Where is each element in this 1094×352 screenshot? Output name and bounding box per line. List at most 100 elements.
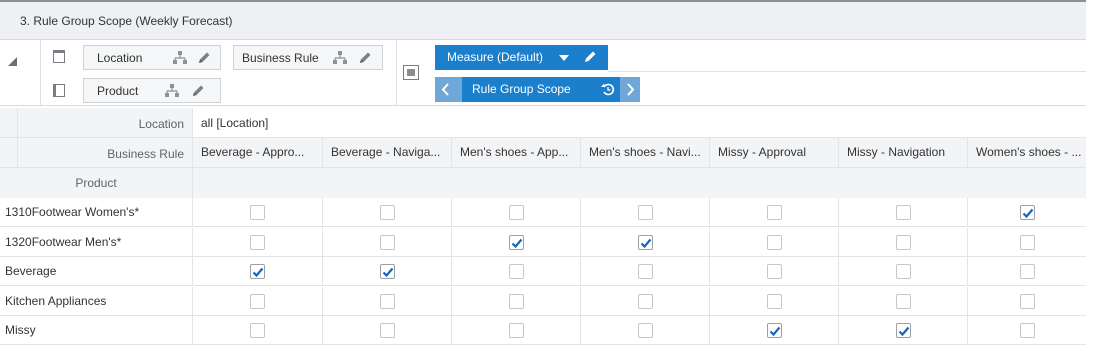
column-header[interactable]: Missy - Approval	[709, 138, 838, 167]
reset-icon[interactable]	[600, 81, 616, 100]
checkbox[interactable]	[895, 264, 911, 279]
row-axis-icon[interactable]	[53, 84, 65, 97]
column-axis-icon[interactable]	[53, 50, 65, 63]
grid-cell	[967, 227, 1086, 257]
grid-cell	[709, 257, 838, 286]
checkbox[interactable]	[508, 205, 524, 220]
checkmark-icon	[511, 238, 522, 248]
grid-cell	[451, 227, 580, 257]
measure-dropdown[interactable]: Measure (Default)	[435, 45, 608, 70]
page-dim-label: Location	[138, 117, 184, 131]
pivot-controls: Location Business Rule Product Measure (…	[0, 40, 1086, 106]
checkbox[interactable]	[1019, 293, 1035, 309]
row-dimension-header: Product	[0, 168, 1086, 198]
table-row: 1320Footwear Men's*	[0, 227, 1086, 257]
row-header[interactable]: 1310Footwear Women's*	[5, 205, 139, 219]
hierarchy-tree-icon[interactable]	[172, 50, 188, 68]
grid-cell	[838, 286, 967, 316]
checkmark-icon	[769, 326, 780, 337]
chevron-down-icon[interactable]	[559, 55, 569, 61]
checkbox[interactable]	[379, 205, 395, 220]
row-header[interactable]: Kitchen Appliances	[5, 294, 106, 308]
hierarchy-tree-icon[interactable]	[332, 50, 348, 68]
checkbox[interactable]	[637, 264, 653, 279]
table-row: 1310Footwear Women's*	[0, 198, 1086, 227]
chevron-left-icon[interactable]	[435, 77, 457, 102]
dim-chip-location[interactable]: Location	[83, 45, 221, 70]
checkbox[interactable]	[250, 293, 265, 309]
dim-chip-product[interactable]: Product	[83, 78, 221, 103]
checkbox[interactable]	[1019, 234, 1035, 250]
checkbox[interactable]	[895, 293, 911, 309]
grid-cell	[322, 257, 451, 286]
pencil-icon[interactable]	[582, 49, 598, 68]
checkbox[interactable]	[508, 264, 524, 279]
hierarchy-tree-icon[interactable]	[164, 83, 180, 101]
checkbox[interactable]	[379, 293, 395, 309]
column-header[interactable]: Men's shoes - Navi...	[580, 138, 709, 167]
checkbox-checked[interactable]	[637, 234, 653, 250]
checkbox[interactable]	[379, 234, 395, 250]
grid-cell	[451, 286, 580, 316]
grid-cell	[838, 227, 967, 257]
measure-nav-current[interactable]: Rule Group Scope	[462, 77, 620, 102]
checkbox[interactable]	[379, 323, 395, 338]
checkbox[interactable]	[766, 205, 782, 220]
row-header[interactable]: 1320Footwear Men's*	[5, 235, 121, 249]
grid-cell	[709, 198, 838, 227]
measure-nav-label: Rule Group Scope	[472, 82, 571, 96]
page-dim-value[interactable]: all [Location]	[192, 108, 1086, 137]
grid-cell	[967, 316, 1086, 345]
checkbox[interactable]	[250, 205, 265, 220]
table-row: Kitchen Appliances	[0, 286, 1086, 316]
pencil-icon[interactable]	[190, 83, 206, 102]
checkbox[interactable]	[766, 234, 782, 250]
column-header[interactable]: Beverage - Naviga...	[322, 138, 451, 167]
grid-cell	[580, 316, 709, 345]
checkbox-checked[interactable]	[250, 264, 265, 279]
checkbox-checked[interactable]	[379, 264, 395, 279]
checkbox[interactable]	[508, 293, 524, 309]
checkbox[interactable]	[637, 205, 653, 220]
grid-cell	[192, 316, 322, 345]
column-header[interactable]: Missy - Navigation	[838, 138, 967, 167]
checkbox[interactable]	[766, 264, 782, 279]
dim-chip-business-rule[interactable]: Business Rule	[233, 45, 383, 70]
column-header[interactable]: Men's shoes - App...	[451, 138, 580, 167]
divider	[396, 40, 397, 106]
checkbox[interactable]	[508, 323, 524, 338]
checkbox[interactable]	[637, 323, 653, 338]
grid-cell	[709, 227, 838, 257]
checkbox[interactable]	[895, 205, 911, 220]
grid-cell	[192, 257, 322, 286]
row-dim-header-cell: Product	[0, 168, 192, 198]
pencil-icon[interactable]	[357, 50, 373, 69]
checkbox[interactable]	[895, 234, 911, 250]
column-header[interactable]: Beverage - Appro...	[192, 138, 322, 167]
pencil-icon[interactable]	[196, 50, 212, 69]
checkbox-checked[interactable]	[766, 323, 782, 338]
header-filler	[192, 168, 1086, 198]
checkbox[interactable]	[637, 293, 653, 309]
checkbox[interactable]	[250, 234, 265, 250]
checkbox-checked[interactable]	[1019, 205, 1035, 220]
table-row: Beverage	[0, 257, 1086, 286]
collapse-triangle-icon[interactable]	[8, 57, 17, 66]
grid-cell	[838, 198, 967, 227]
grid-cell	[192, 227, 322, 257]
view-title-bar: 3. Rule Group Scope (Weekly Forecast)	[0, 0, 1086, 40]
measure-panel-toggle-icon[interactable]	[403, 65, 419, 80]
checkbox[interactable]	[766, 293, 782, 309]
chevron-right-icon[interactable]	[619, 77, 641, 102]
checkbox[interactable]	[1019, 323, 1035, 338]
row-header[interactable]: Beverage	[5, 264, 56, 278]
checkbox[interactable]	[250, 323, 265, 338]
checkbox[interactable]	[1019, 264, 1035, 279]
row-header[interactable]: Missy	[5, 323, 36, 337]
checkbox-checked[interactable]	[895, 323, 911, 338]
grid-cell	[709, 286, 838, 316]
checkbox-checked[interactable]	[508, 234, 524, 250]
grid-cell	[709, 316, 838, 345]
column-header[interactable]: Women's shoes - ...	[967, 138, 1086, 167]
grid-cell	[580, 257, 709, 286]
